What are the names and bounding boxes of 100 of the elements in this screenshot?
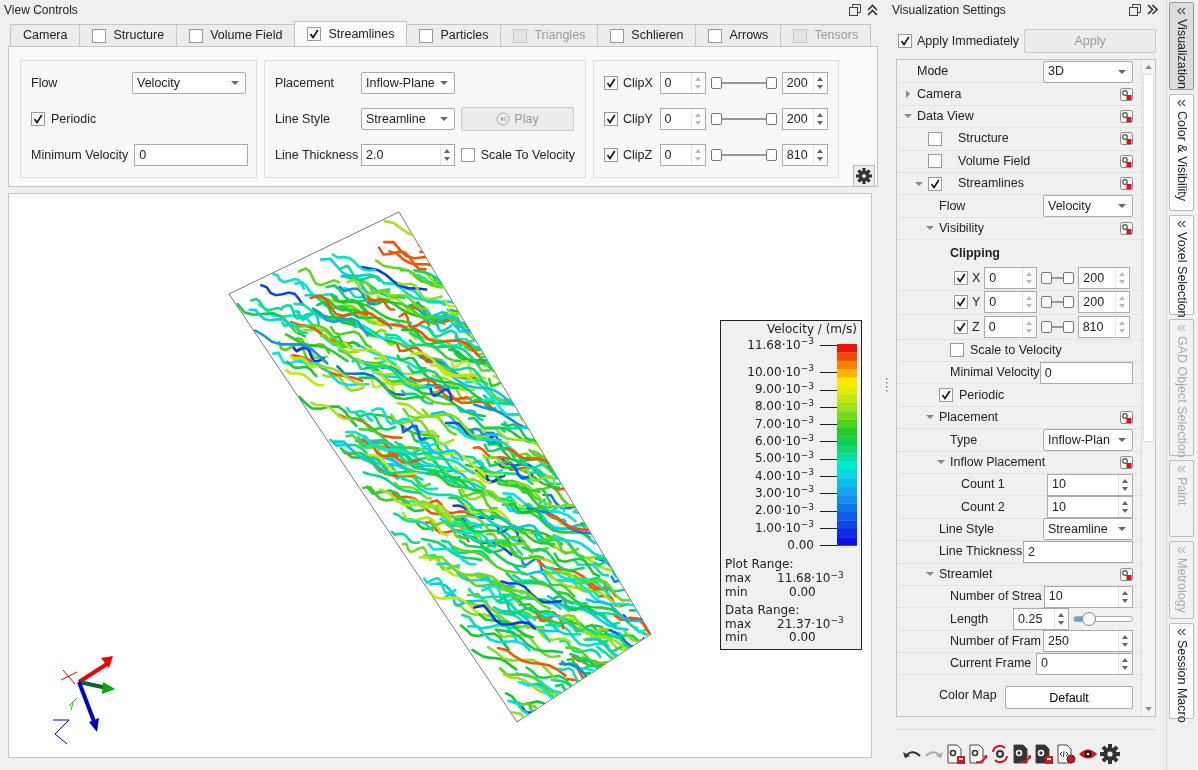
slider-thumb[interactable] — [710, 77, 722, 89]
checkbox[interactable] — [950, 343, 964, 358]
dropdown[interactable]: Inflow-Plan — [1043, 428, 1133, 451]
collapse-arrow-icon[interactable] — [926, 570, 934, 579]
spin-box[interactable]: 10 — [1047, 473, 1133, 496]
reset-icon[interactable] — [1120, 154, 1133, 168]
spin-box[interactable]: 0 — [659, 72, 706, 94]
spin-box[interactable]: 0 — [983, 315, 1037, 338]
range-slider[interactable] — [1041, 295, 1075, 310]
reset-icon[interactable] — [1120, 221, 1133, 235]
splitter-handle[interactable] — [884, 378, 888, 392]
spin-box[interactable]: 0 — [659, 144, 706, 166]
spin-box[interactable]: 0.25 — [1013, 608, 1069, 630]
tab[interactable]: Camera — [10, 24, 81, 46]
spin-box[interactable]: 810 — [1077, 315, 1130, 338]
tab[interactable]: Streamlines — [294, 21, 408, 46]
dropdown[interactable]: Streamline — [361, 108, 455, 130]
reset-icon[interactable] — [1120, 109, 1133, 123]
checkbox[interactable] — [189, 28, 204, 43]
spin-box[interactable]: 810 — [781, 144, 828, 166]
checkbox[interactable] — [954, 270, 968, 285]
scrollbar[interactable] — [1141, 60, 1155, 716]
checkbox[interactable] — [604, 148, 618, 162]
float-icon[interactable] — [1129, 3, 1141, 16]
spin-box[interactable]: 200 — [1078, 266, 1131, 289]
collapse-icon[interactable] — [1147, 4, 1158, 15]
range-slider[interactable] — [1040, 319, 1074, 334]
spin-box[interactable]: 250 — [1043, 630, 1133, 653]
dropdown[interactable]: Streamline — [1043, 518, 1133, 541]
checkbox[interactable] — [419, 28, 434, 43]
tab[interactable]: Arrows — [695, 24, 782, 46]
dropdown[interactable]: Velocity — [1043, 195, 1133, 218]
document-record-icon[interactable] — [1056, 744, 1076, 764]
input-field[interactable]: 0 — [1039, 361, 1133, 384]
slider-thumb[interactable] — [1062, 320, 1074, 333]
spin-box[interactable]: 2.0 — [361, 144, 455, 166]
input-field[interactable]: 2 — [1023, 540, 1133, 563]
tab[interactable]: Schlieren — [597, 24, 697, 46]
checkbox[interactable] — [604, 112, 618, 126]
range-slider[interactable] — [1041, 270, 1075, 285]
collapse-arrow-icon[interactable] — [926, 224, 934, 233]
spin-box[interactable]: 200 — [781, 72, 828, 94]
checkbox[interactable] — [898, 34, 912, 48]
settings-icon[interactable] — [1100, 744, 1120, 764]
collapse-icon[interactable] — [867, 3, 878, 16]
tab[interactable]: Volume Field — [176, 24, 296, 46]
reset-icon[interactable] — [1120, 177, 1133, 191]
checkbox[interactable] — [928, 154, 942, 169]
document-arrow-icon[interactable] — [1012, 744, 1032, 764]
settings-button[interactable] — [853, 165, 875, 187]
slider-thumb[interactable] — [710, 113, 722, 125]
slider-thumb[interactable] — [765, 77, 777, 89]
reset-icon[interactable] — [1120, 411, 1133, 424]
slider-thumb[interactable] — [765, 113, 777, 125]
spin-box[interactable]: 10 — [1043, 585, 1133, 608]
reset-icon[interactable] — [1120, 132, 1133, 146]
checkbox[interactable] — [31, 112, 45, 126]
dropdown[interactable]: Velocity — [132, 72, 246, 94]
slider-thumb[interactable] — [1063, 271, 1075, 284]
color-map-button[interactable]: Default — [1005, 686, 1133, 710]
range-slider[interactable] — [710, 76, 777, 90]
checkbox[interactable] — [954, 319, 968, 334]
document-lock-icon[interactable] — [946, 744, 966, 764]
spin-box[interactable]: 10 — [1047, 496, 1133, 519]
spin-box[interactable]: 200 — [1078, 291, 1131, 314]
scroll-thumb[interactable] — [1143, 74, 1154, 442]
tab[interactable]: Particles — [406, 24, 502, 46]
range-slider[interactable] — [710, 112, 777, 126]
slider-thumb[interactable] — [765, 149, 777, 161]
spin-box[interactable]: 0 — [659, 108, 706, 130]
collapse-arrow-icon[interactable] — [937, 458, 945, 467]
document-arrow-icon[interactable] — [968, 744, 988, 764]
checkbox[interactable] — [460, 148, 475, 162]
dropdown[interactable]: 3D — [1043, 60, 1133, 83]
collapse-arrow-icon[interactable] — [926, 413, 934, 422]
checkbox[interactable] — [928, 131, 942, 146]
slider-thumb[interactable] — [1040, 320, 1052, 333]
reset-icon[interactable] — [1120, 87, 1133, 101]
side-tab[interactable]: Visualization — [1169, 2, 1194, 90]
checkbox[interactable] — [610, 28, 625, 43]
slider-thumb[interactable] — [1063, 296, 1075, 309]
side-tab[interactable]: Color & Visibility — [1169, 94, 1194, 211]
expand-arrow-icon[interactable] — [904, 90, 912, 99]
slider-thumb[interactable] — [1041, 296, 1053, 309]
side-tab[interactable]: Voxel Selection — [1169, 215, 1194, 315]
document-lock-icon[interactable] — [1034, 744, 1054, 764]
checkbox[interactable] — [307, 27, 322, 41]
checkbox[interactable] — [928, 176, 942, 191]
float-icon[interactable] — [849, 3, 861, 16]
spin-box[interactable]: 0 — [984, 291, 1038, 314]
slider-thumb[interactable] — [1041, 271, 1053, 284]
reset-icon[interactable] — [1120, 455, 1133, 469]
input-field[interactable]: 0 — [134, 144, 249, 166]
checkbox[interactable] — [604, 76, 618, 90]
checkbox[interactable] — [92, 28, 107, 43]
spin-box[interactable]: 0 — [1036, 652, 1133, 675]
range-slider[interactable] — [710, 148, 777, 162]
checkbox[interactable] — [708, 28, 723, 43]
dropdown[interactable]: Inflow-Plane — [361, 72, 455, 94]
collapse-arrow-icon[interactable] — [904, 112, 912, 121]
